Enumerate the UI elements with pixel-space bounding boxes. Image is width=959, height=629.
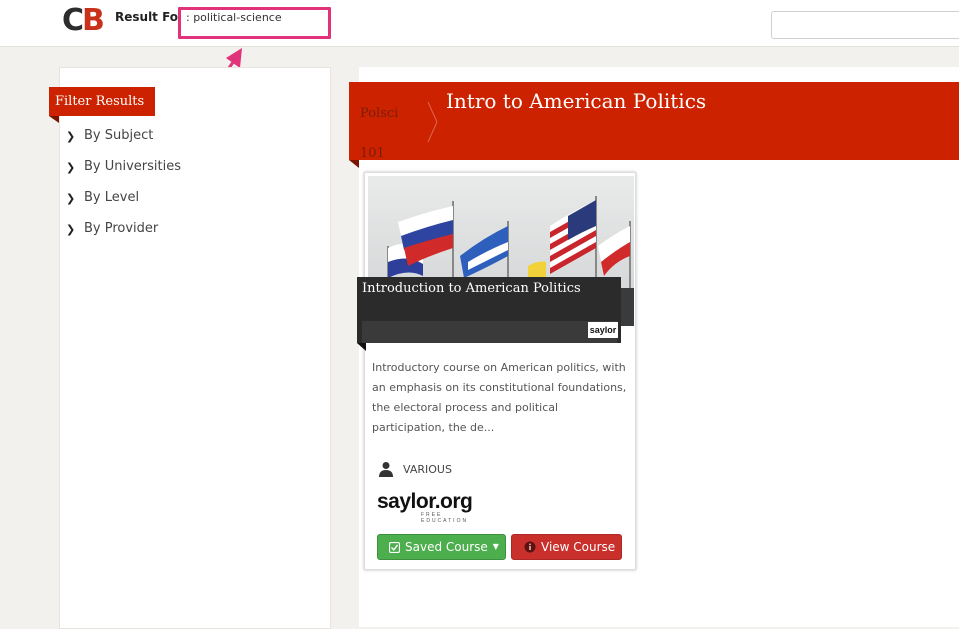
view-course-button[interactable]: View Course — [511, 534, 622, 560]
card-title: Introduction to American Politics — [362, 281, 581, 296]
filter-by-provider[interactable]: ❯ By Provider — [66, 221, 181, 252]
check-icon — [389, 541, 400, 553]
person-icon — [379, 462, 393, 477]
instructor-name: VARIOUS — [403, 462, 452, 476]
filter-by-subject[interactable]: ❯ By Subject — [66, 128, 181, 159]
chevron-right-icon: ❯ — [66, 161, 76, 174]
chevron-right-icon: ❯ — [66, 223, 76, 236]
highlight-annotation-box — [178, 7, 331, 39]
caret-down-icon: ▼ — [492, 542, 499, 551]
info-icon — [524, 541, 536, 553]
filter-list: ❯ By Subject ❯ By Universities ❯ By Leve… — [66, 128, 181, 252]
top-bar: CB Result Fo : political-science — [0, 0, 959, 47]
banner-divider — [427, 101, 438, 143]
filter-results-heading: Filter Results — [49, 87, 155, 123]
saved-course-button[interactable]: Saved Course ▼ — [377, 534, 506, 560]
filter-by-level[interactable]: ❯ By Level — [66, 190, 181, 221]
provider-tagline: FREE EDUCATION — [421, 512, 469, 524]
card-title-bar[interactable]: Introduction to American Politics — [357, 277, 621, 343]
course-title: Intro to American Politics — [446, 89, 707, 113]
instructor-info: VARIOUS — [378, 461, 452, 477]
provider-badge: saylor — [588, 322, 618, 338]
result-for-label: Result Fo — [115, 10, 179, 24]
filter-by-universities[interactable]: ❯ By Universities — [66, 159, 181, 190]
chevron-right-icon: ❯ — [66, 130, 76, 143]
chevron-right-icon: ❯ — [66, 192, 76, 205]
site-logo[interactable]: CB — [62, 3, 105, 39]
search-input[interactable] — [771, 11, 959, 39]
course-code: Polsci 101 — [360, 106, 399, 161]
course-header-banner: Polsci 101 Intro to American Politics — [349, 82, 959, 161]
provider-logo: saylor.org FREE EDUCATION — [377, 490, 473, 524]
course-description: Introductory course on American politics… — [372, 361, 627, 434]
